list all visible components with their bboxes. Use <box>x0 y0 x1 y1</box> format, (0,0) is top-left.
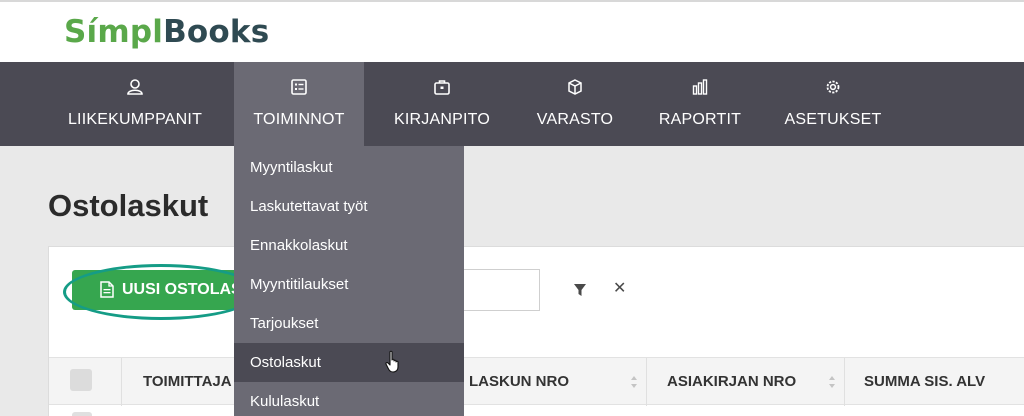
page-title: Ostolaskut <box>48 188 209 223</box>
menu-item-laskutettavat-tyot[interactable]: Laskutettavat työt <box>234 187 464 226</box>
clear-filter-icon[interactable]: ✕ <box>613 281 627 297</box>
column-header-laskun-nro[interactable]: LASKUN NRO <box>469 358 569 406</box>
column-header-toimittaja[interactable]: TOIMITTAJA <box>143 358 232 406</box>
toiminnot-dropdown-menu: Myyntilaskut Laskutettavat työt Ennakkol… <box>234 146 464 416</box>
boxes-icon <box>568 79 582 95</box>
search-input[interactable] <box>464 269 540 311</box>
sort-icon[interactable] <box>630 375 638 389</box>
nav-item-varasto[interactable]: VARASTO <box>532 62 618 146</box>
nav-label: ASETUKSET <box>784 111 882 128</box>
sort-icon[interactable] <box>828 375 836 389</box>
nav-label: RAPORTIT <box>658 111 742 128</box>
user-icon <box>127 79 143 95</box>
nav-label: KIRJANPITO <box>394 111 490 128</box>
select-all-checkbox[interactable] <box>70 369 92 391</box>
nav-label: TOIMINNOT <box>253 111 345 128</box>
main-nav: LIIKEKUMPPANIT TOIMINNOT KIRJANPITO VARA… <box>0 62 1024 146</box>
nav-item-raportit[interactable]: RAPORTIT <box>656 62 744 146</box>
nav-item-asetukset[interactable]: ASETUKSET <box>784 62 882 146</box>
menu-item-kululaskut[interactable]: Kululaskut <box>234 382 464 416</box>
menu-item-ennakkolaskut[interactable]: Ennakkolaskut <box>234 226 464 265</box>
logo-part-2: Books <box>163 14 270 50</box>
nav-label: VARASTO <box>536 111 614 128</box>
logo-part-1: Símpl <box>64 14 164 50</box>
menu-item-tarjoukset[interactable]: Tarjoukset <box>234 304 464 343</box>
highlight-annotation <box>63 264 259 320</box>
column-header-asiakirjan-nro[interactable]: ASIAKIRJAN NRO <box>667 358 796 406</box>
nav-item-toiminnot[interactable]: TOIMINNOT <box>234 62 364 146</box>
gear-icon <box>826 80 840 94</box>
column-divider <box>121 358 122 406</box>
menu-item-myyntilaskut[interactable]: Myyntilaskut <box>234 148 464 187</box>
bar-chart-icon <box>692 79 708 95</box>
row-checkbox[interactable] <box>72 412 92 416</box>
top-bar: SímplBooks <box>0 0 1024 62</box>
column-header-summa[interactable]: SUMMA SIS. ALV <box>864 358 985 406</box>
table-header: TOIMITTAJA LASKUN NRO ASIAKIRJAN NRO SUM… <box>49 357 1024 406</box>
column-divider <box>844 358 845 406</box>
hand-cursor-icon <box>385 350 399 373</box>
list-icon <box>291 79 307 95</box>
filter-icon[interactable] <box>573 283 587 297</box>
briefcase-icon <box>434 80 450 95</box>
nav-label: LIIKEKUMPPANIT <box>67 111 203 128</box>
column-divider <box>646 358 647 406</box>
simplbooks-logo[interactable]: SímplBooks <box>64 14 269 50</box>
nav-item-liikekumppanit[interactable]: LIIKEKUMPPANIT <box>64 62 206 146</box>
nav-item-kirjanpito[interactable]: KIRJANPITO <box>392 62 492 146</box>
menu-item-myyntitilaukset[interactable]: Myyntitilaukset <box>234 265 464 304</box>
menu-item-ostolaskut[interactable]: Ostolaskut <box>234 343 464 382</box>
